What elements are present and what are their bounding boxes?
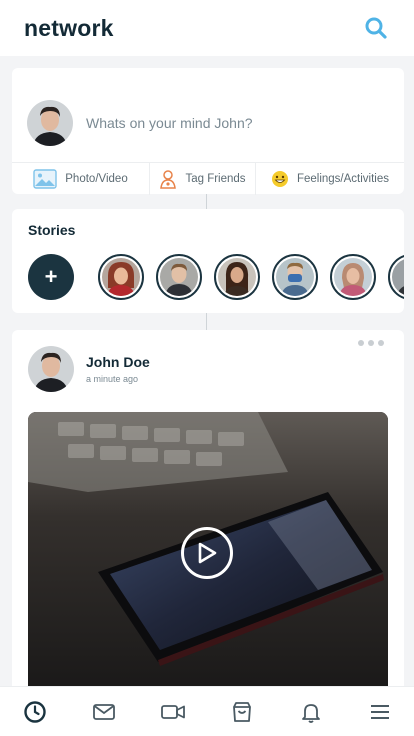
post-avatar[interactable]: [28, 346, 74, 392]
post-card: John Doe a minute ago: [12, 330, 404, 730]
smile-icon: [271, 170, 289, 188]
photo-video-label: Photo/Video: [65, 173, 128, 185]
search-button[interactable]: [362, 14, 390, 42]
menu-icon: [370, 704, 389, 719]
divider: [206, 194, 207, 209]
play-icon: [198, 542, 217, 564]
stories-card: Stories +: [12, 209, 404, 313]
play-button[interactable]: [181, 527, 233, 579]
story-item[interactable]: [156, 254, 202, 300]
story-item[interactable]: [330, 254, 376, 300]
post-author[interactable]: John Doe: [86, 354, 150, 370]
top-header: network: [0, 0, 414, 56]
nav-shop[interactable]: [220, 690, 264, 734]
bell-icon: [301, 703, 320, 723]
dot-icon: [358, 340, 364, 346]
clock-icon: [23, 700, 46, 723]
nav-notifications[interactable]: [289, 690, 333, 734]
nav-menu[interactable]: [358, 690, 402, 734]
stories-title: Stories: [28, 222, 76, 238]
shopping-bag-icon: [232, 701, 251, 722]
divider: [206, 313, 207, 330]
bottom-navigation: [0, 686, 414, 736]
stories-row: +: [28, 252, 404, 302]
story-item[interactable]: [388, 254, 404, 300]
nav-messages[interactable]: [82, 690, 126, 734]
tag-friends-button[interactable]: Tag Friends: [149, 163, 255, 195]
story-item[interactable]: [98, 254, 144, 300]
tag-friends-label: Tag Friends: [185, 173, 246, 185]
feelings-button[interactable]: Feelings/Activities: [255, 163, 404, 195]
composer-actions: Photo/Video Tag Friends Feelings/Activit…: [12, 162, 404, 195]
video-icon: [160, 704, 185, 719]
app-screen: network Whats on your mind John? Photo/V…: [0, 0, 414, 736]
nav-video[interactable]: [151, 690, 195, 734]
more-options-button[interactable]: [358, 340, 384, 346]
dot-icon: [368, 340, 374, 346]
post-timestamp: a minute ago: [86, 374, 139, 384]
feelings-label: Feelings/Activities: [296, 173, 390, 185]
status-input[interactable]: [86, 115, 346, 131]
mail-icon: [92, 703, 115, 720]
post-composer: Photo/Video Tag Friends: [12, 68, 404, 195]
brand-logo[interactable]: network: [24, 15, 114, 42]
photo-icon: [33, 169, 57, 189]
avatar[interactable]: [27, 100, 73, 146]
story-item[interactable]: [272, 254, 318, 300]
tag-friends-icon: [159, 169, 177, 189]
post-header: John Doe a minute ago: [28, 346, 150, 392]
add-story-button[interactable]: +: [28, 254, 74, 300]
story-item[interactable]: [214, 254, 260, 300]
search-icon: [365, 17, 387, 39]
dot-icon: [378, 340, 384, 346]
photo-video-button[interactable]: Photo/Video: [12, 163, 149, 195]
nav-feed[interactable]: [13, 690, 57, 734]
post-video[interactable]: [28, 412, 388, 712]
